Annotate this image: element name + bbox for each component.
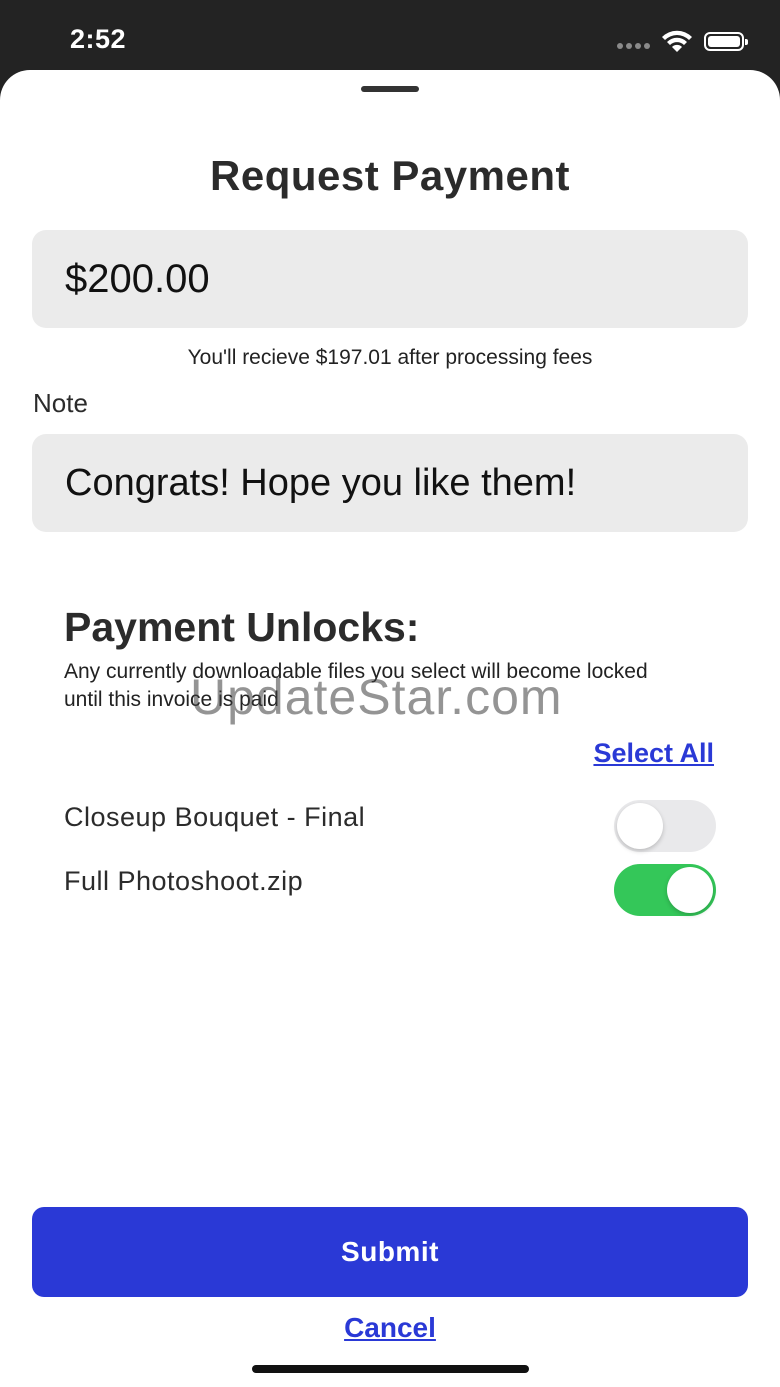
wifi-icon	[662, 30, 692, 52]
note-label: Note	[33, 388, 88, 418]
request-payment-sheet: Request Payment You'll recieve $197.01 a…	[0, 70, 780, 1387]
amount-input[interactable]	[32, 230, 748, 328]
battery-icon	[704, 31, 748, 51]
submit-button[interactable]: Submit	[32, 1207, 748, 1297]
file-row: Closeup Bouquet - Final	[64, 800, 716, 852]
sheet-grabber-handle[interactable]	[361, 86, 419, 92]
watermark: UpdateStar.com	[190, 669, 563, 725]
file-name: Full Photoshoot.zip	[64, 866, 304, 896]
signal-dots-icon	[617, 43, 650, 49]
cancel-link[interactable]: Cancel	[0, 1312, 780, 1344]
note-input[interactable]	[32, 434, 748, 532]
file-name: Closeup Bouquet - Final	[64, 802, 366, 832]
page-title: Request Payment	[210, 152, 570, 199]
file-lock-toggle[interactable]	[614, 800, 716, 852]
file-lock-toggle[interactable]	[614, 864, 716, 916]
status-time: 2:52	[70, 24, 127, 54]
fees-text: You'll recieve $197.01 after processing …	[187, 346, 593, 369]
file-row: Full Photoshoot.zip	[64, 864, 716, 916]
status-icons	[617, 28, 748, 54]
status-bar: 2:52	[0, 0, 780, 72]
payment-unlocks-title: Payment Unlocks:	[64, 604, 420, 650]
toggle-knob	[667, 867, 713, 913]
toggle-knob	[617, 803, 663, 849]
home-indicator	[252, 1365, 529, 1373]
select-all-link[interactable]: Select All	[593, 738, 714, 769]
